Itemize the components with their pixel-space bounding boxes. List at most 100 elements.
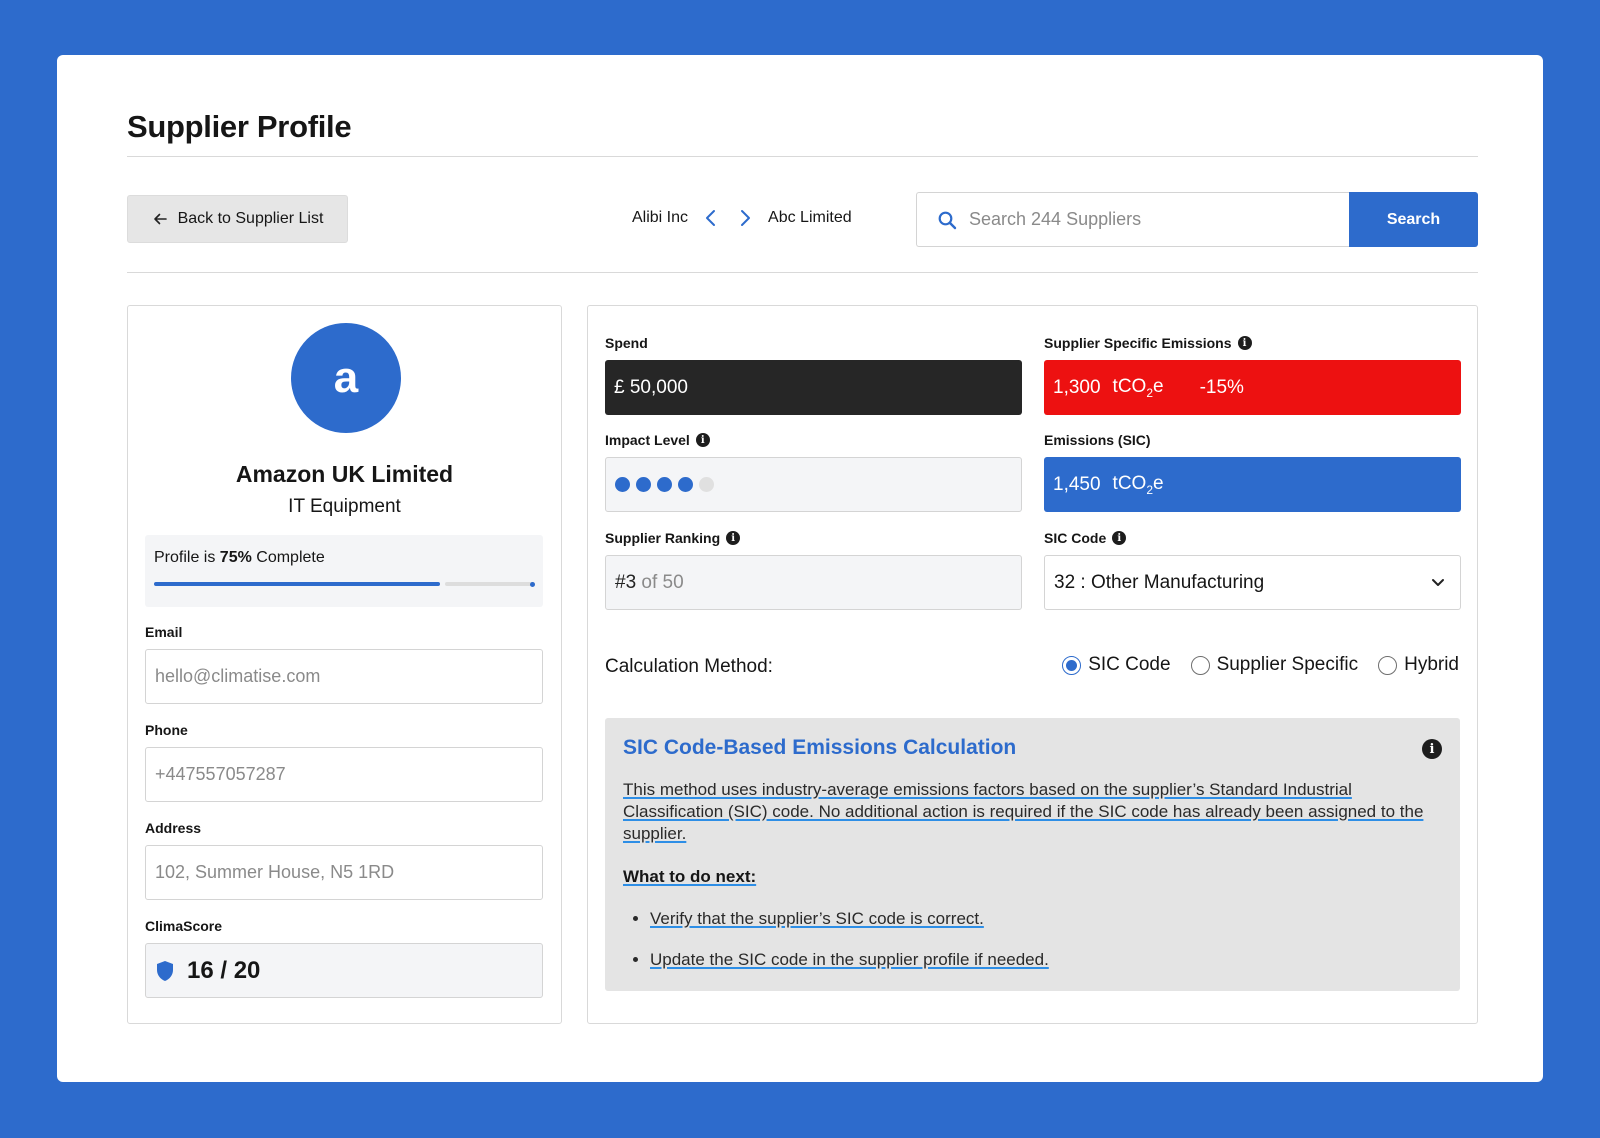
sse-unit-end: e (1153, 375, 1164, 397)
calculation-method-options: SIC Code Supplier Specific Hybrid (1062, 654, 1459, 676)
next-supplier-name[interactable]: Abc Limited (768, 209, 852, 227)
radio-label: Hybrid (1404, 654, 1459, 675)
impact-dot-empty (699, 477, 714, 492)
completion-value: 75% (219, 549, 252, 566)
calculation-info-card: SIC Code-Based Emissions Calculation i T… (605, 718, 1460, 991)
company-category: IT Equipment (288, 496, 401, 517)
emissions-sic-box: 1,450 tCO2e (1044, 457, 1461, 512)
climascore-label: ClimaScore (145, 918, 223, 934)
company-name: Amazon UK Limited (235, 461, 454, 487)
sic-code-select[interactable]: 32 : Other Manufacturing (1044, 555, 1461, 610)
sic-code-label: SIC Code i (1044, 530, 1127, 546)
impact-label-text: Impact Level (605, 432, 690, 448)
prev-supplier-button[interactable] (700, 207, 722, 229)
radio-sic-code[interactable]: SIC Code (1062, 654, 1171, 676)
spend-value-box: £ 50,000 (605, 360, 1022, 415)
radio-label: SIC Code (1088, 654, 1171, 675)
sic-code-value: 32 : Other Manufacturing (1054, 571, 1265, 593)
phone-field[interactable] (155, 764, 542, 785)
progress-fill (154, 582, 440, 586)
next-supplier-button[interactable] (734, 207, 756, 229)
radio-supplier-specific[interactable]: Supplier Specific (1190, 654, 1359, 676)
progress-remaining (445, 582, 535, 586)
list-item: Update the SIC code in the supplier prof… (650, 950, 1442, 970)
impact-dot-filled (657, 477, 672, 492)
completion-suffix: Complete (251, 549, 325, 566)
progress-end-dot (530, 581, 535, 587)
phone-field-wrap (145, 747, 543, 802)
impact-level-dots (615, 477, 714, 492)
title-divider (127, 156, 1478, 157)
completion-progress-bar (154, 581, 535, 587)
info-icon[interactable]: i (1422, 739, 1442, 759)
email-field-wrap (145, 649, 543, 704)
sic-emissions-value: 1,450 (1053, 473, 1101, 495)
impact-dot-filled (678, 477, 693, 492)
ranking-of: of 50 (636, 571, 684, 593)
radio-circle (1062, 655, 1082, 675)
address-field[interactable] (155, 862, 542, 883)
completion-prefix: Profile is (154, 549, 220, 566)
sse-unit-main: tCO (1112, 375, 1147, 397)
calculation-method-label: Calculation Method: (605, 656, 773, 677)
email-label: Email (145, 624, 183, 640)
ranking-label-text: Supplier Ranking (605, 530, 721, 546)
supplier-specific-emissions-label: Supplier Specific Emissions i (1044, 335, 1252, 351)
supplier-pager: Alibi Inc Abc Limited (632, 207, 852, 229)
list-item: Verify that the supplier’s SIC code is c… (650, 909, 1442, 929)
chevron-right-icon (741, 210, 751, 226)
arrow-left-icon (153, 213, 167, 225)
address-field-wrap (145, 845, 543, 900)
info-card-paragraph: This method uses industry-average emissi… (623, 780, 1424, 843)
radio-label: Supplier Specific (1216, 654, 1359, 675)
info-card-steps: Verify that the supplier’s SIC code is c… (623, 909, 1442, 970)
search-button[interactable]: Search (1349, 192, 1478, 247)
profile-content: Supplier Profile Back to Supplier List A… (127, 55, 1478, 1082)
spend-label: Spend (605, 335, 648, 351)
radio-circle (1190, 655, 1210, 675)
impact-dot-filled (636, 477, 651, 492)
info-icon[interactable]: i (1237, 336, 1252, 350)
sic-emissions-unit: tCO2e (1113, 473, 1164, 497)
spend-label-text: Spend (605, 335, 648, 351)
impact-level-label: Impact Level i (605, 432, 710, 448)
sic-emissions-label-text: Emissions (SIC) (1044, 432, 1151, 448)
info-card-title: SIC Code-Based Emissions Calculation (623, 736, 1017, 759)
profile-completion-text: Profile is 75% Complete (154, 549, 534, 567)
back-button-label: Back to Supplier List (177, 210, 324, 227)
email-field[interactable] (155, 666, 542, 687)
sic-unit-main: tCO (1112, 472, 1147, 494)
sse-change: -15% (1199, 376, 1244, 398)
info-card-subheading: What to do next: (623, 867, 757, 886)
search-input[interactable] (969, 209, 1329, 230)
address-label: Address (145, 820, 202, 836)
page-title: Supplier Profile (127, 109, 352, 144)
radio-hybrid[interactable]: Hybrid (1378, 654, 1459, 676)
prev-supplier-name[interactable]: Alibi Inc (632, 209, 688, 227)
sse-unit-sub: 2 (1146, 385, 1154, 400)
search-icon (938, 211, 957, 229)
toolbar-divider (127, 272, 1478, 273)
sse-unit: tCO2e (1113, 376, 1164, 400)
climascore-field: 16 / 20 (145, 943, 543, 998)
supplier-summary-panel: a Amazon UK Limited IT Equipment Profile… (127, 305, 562, 1024)
impact-dot-filled (615, 477, 630, 492)
back-to-list-button[interactable]: Back to Supplier List (127, 195, 348, 243)
spend-value: £ 50,000 (614, 376, 688, 398)
chevron-down-icon (1432, 578, 1444, 586)
shield-icon (157, 960, 173, 981)
impact-level-box (605, 457, 1022, 512)
sse-value: 1,300 (1053, 376, 1101, 398)
search-box (916, 192, 1349, 247)
emissions-sic-label: Emissions (SIC) (1044, 432, 1151, 448)
sic-unit-end: e (1153, 472, 1164, 494)
supplier-specific-emissions-box: 1,300 tCO2e -15% (1044, 360, 1461, 415)
supplier-profile-card: Supplier Profile Back to Supplier List A… (57, 55, 1543, 1082)
info-icon[interactable]: i (726, 531, 741, 545)
sse-label-text: Supplier Specific Emissions (1044, 335, 1232, 351)
info-icon[interactable]: i (695, 433, 710, 447)
info-icon[interactable]: i (1112, 531, 1127, 545)
phone-label: Phone (145, 722, 188, 738)
avatar: a (291, 323, 401, 433)
chevron-left-icon (706, 210, 716, 226)
